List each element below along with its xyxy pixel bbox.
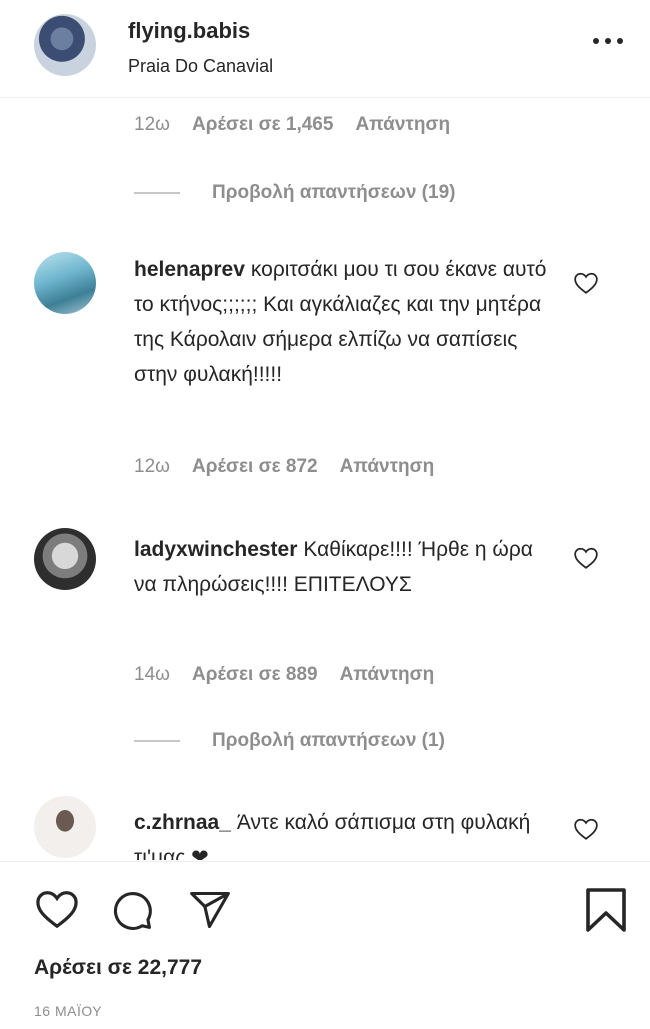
comment-time: 12ω	[134, 114, 170, 135]
comment-likes-count[interactable]: Αρέσει σε 1,465	[192, 114, 333, 136]
comment-likes-count[interactable]: Αρέσει σε 872	[192, 456, 318, 478]
more-options-icon[interactable]	[593, 38, 627, 48]
view-replies-label: Προβολή απαντήσεων (1)	[212, 730, 445, 751]
comment-username[interactable]: ladyxwinchester	[134, 538, 297, 561]
comment-icon[interactable]	[110, 888, 154, 932]
comment-meta: 12ω Αρέσει σε 872 Απάντηση	[134, 456, 434, 478]
reply-button[interactable]: Απάντηση	[340, 456, 435, 478]
share-icon[interactable]	[188, 888, 232, 932]
post-username[interactable]: flying.babis	[128, 18, 250, 44]
comment-text: ladyxwinchester Καθίκαρε!!!! Ήρθε η ώρα ν…	[134, 532, 554, 602]
actions-divider	[0, 861, 650, 862]
comment-likes-count[interactable]: Αρέσει σε 889	[192, 664, 318, 686]
comment-username[interactable]: helenaprev	[134, 258, 245, 281]
replies-line	[134, 192, 180, 194]
avatar[interactable]	[34, 252, 96, 314]
like-comment-heart-icon[interactable]	[573, 546, 599, 570]
post-likes-count[interactable]: Αρέσει σε 22,777	[34, 956, 202, 980]
post-location[interactable]: Praia Do Canavial	[128, 56, 273, 77]
reply-button[interactable]: Απάντηση	[340, 664, 435, 686]
comment-username[interactable]: c.zhrnaa_	[134, 811, 231, 834]
comment-meta: 12ω Αρέσει σε 1,465 Απάντηση	[134, 114, 450, 136]
like-comment-heart-icon[interactable]	[573, 271, 599, 295]
heart-icon[interactable]	[34, 888, 80, 930]
replies-line	[134, 740, 180, 742]
reply-button[interactable]: Απάντηση	[355, 114, 450, 136]
post-author-avatar[interactable]	[34, 14, 96, 76]
comments-list[interactable]: 12ω Αρέσει σε 1,465 Απάντηση Προβολή απα…	[0, 98, 650, 860]
view-replies-button[interactable]: Προβολή απαντήσεων (1)	[134, 730, 445, 752]
avatar[interactable]	[34, 528, 96, 590]
comment-time: 12ω	[134, 456, 170, 477]
comment-text: c.zhrnaa_ Άντε καλό σάπισμα στη φυλακή τι…	[134, 805, 554, 860]
avatar[interactable]	[34, 796, 96, 858]
comment-time: 14ω	[134, 664, 170, 685]
like-comment-heart-icon[interactable]	[573, 817, 599, 841]
bookmark-icon[interactable]	[584, 886, 628, 934]
post-date: 16 ΜΑΪΟΥ	[34, 1003, 103, 1019]
comment-text: helenaprev κοριτσάκι μου τι σου έκανε αυτ…	[134, 252, 554, 392]
view-replies-button[interactable]: Προβολή απαντήσεων (19)	[134, 182, 455, 204]
comment-meta: 14ω Αρέσει σε 889 Απάντηση	[134, 664, 434, 686]
view-replies-label: Προβολή απαντήσεων (19)	[212, 182, 456, 203]
